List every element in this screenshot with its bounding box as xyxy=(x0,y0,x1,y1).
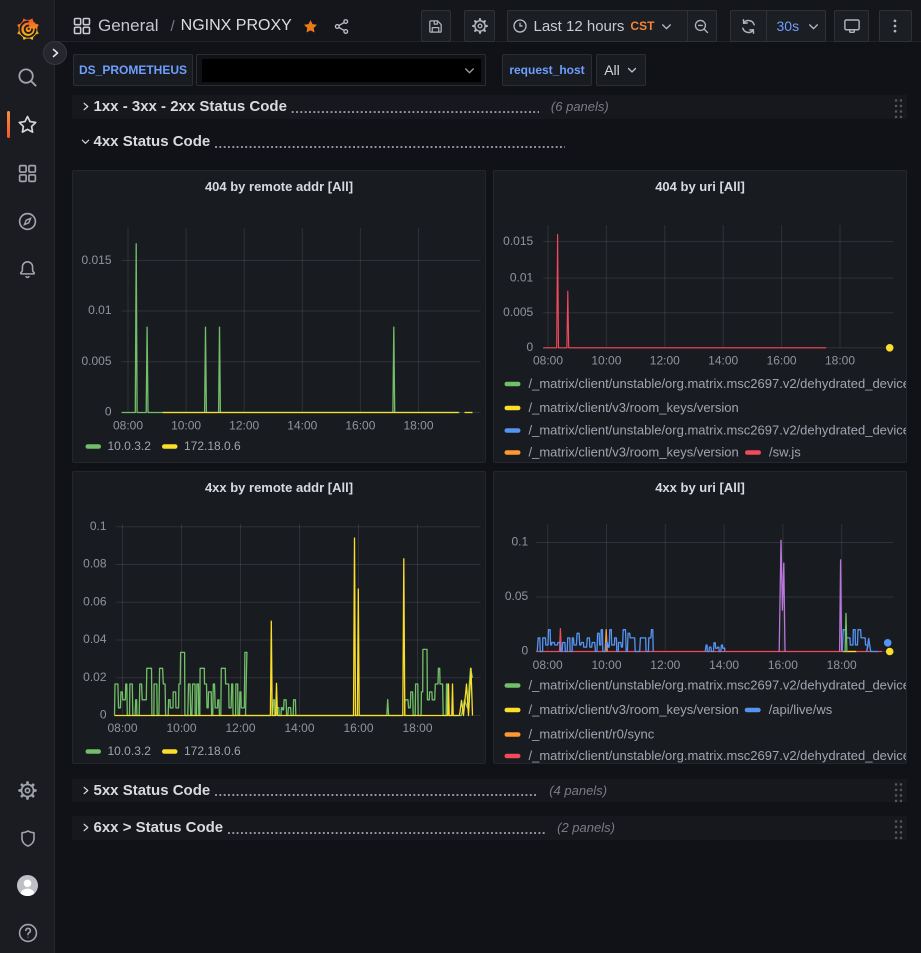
svg-text:0.015: 0.015 xyxy=(81,253,111,267)
svg-text:18:00: 18:00 xyxy=(825,354,855,368)
svg-text:404 by uri [All]: 404 by uri [All] xyxy=(655,179,745,194)
svg-text:0.05: 0.05 xyxy=(505,589,529,603)
svg-text:0.04: 0.04 xyxy=(83,632,107,646)
svg-text:0.1: 0.1 xyxy=(511,535,528,549)
svg-text:08:00: 08:00 xyxy=(112,419,142,433)
svg-text:/_matrix/client/r0/sync: /_matrix/client/r0/sync xyxy=(528,726,654,741)
svg-text:/_matrix/client/unstable/org.m: /_matrix/client/unstable/org.matrix.msc2… xyxy=(528,748,906,763)
svg-text:/_matrix/client/v3/room_keys/v: /_matrix/client/v3/room_keys/version xyxy=(528,400,738,415)
svg-text:16:00: 16:00 xyxy=(345,419,375,433)
svg-text:0.02: 0.02 xyxy=(83,670,107,684)
svg-text:0.06: 0.06 xyxy=(83,594,107,608)
svg-text:/_matrix/client/v3/room_keys/v: /_matrix/client/v3/room_keys/version xyxy=(528,444,738,459)
svg-text:/api/live/ws: /api/live/ws xyxy=(768,702,832,717)
svg-text:/_matrix/client/v3/room_keys/v: /_matrix/client/v3/room_keys/version xyxy=(528,702,738,717)
svg-text:/sw.js: /sw.js xyxy=(769,444,801,459)
svg-text:10:00: 10:00 xyxy=(591,354,621,368)
svg-text:0: 0 xyxy=(526,340,533,354)
svg-text:16:00: 16:00 xyxy=(343,721,373,735)
svg-text:10.0.3.2: 10.0.3.2 xyxy=(107,744,151,758)
svg-text:0: 0 xyxy=(99,708,106,722)
svg-text:0.015: 0.015 xyxy=(503,234,533,248)
svg-text:0.01: 0.01 xyxy=(510,271,534,285)
svg-text:172.18.0.6: 172.18.0.6 xyxy=(184,439,241,453)
svg-text:10:00: 10:00 xyxy=(171,419,201,433)
svg-text:14:00: 14:00 xyxy=(287,419,317,433)
svg-text:18:00: 18:00 xyxy=(403,419,433,433)
svg-text:12:00: 12:00 xyxy=(225,721,255,735)
svg-text:18:00: 18:00 xyxy=(826,658,856,672)
svg-text:14:00: 14:00 xyxy=(284,721,314,735)
svg-text:18:00: 18:00 xyxy=(402,721,432,735)
svg-text:10.0.3.2: 10.0.3.2 xyxy=(107,439,151,453)
svg-text:/_matrix/client/unstable/org.m: /_matrix/client/unstable/org.matrix.msc2… xyxy=(528,677,906,692)
svg-text:14:00: 14:00 xyxy=(709,658,739,672)
svg-text:0.01: 0.01 xyxy=(88,303,112,317)
svg-text:4xx by uri [All]: 4xx by uri [All] xyxy=(655,480,745,495)
svg-text:4xx by remote addr [All]: 4xx by remote addr [All] xyxy=(204,480,352,495)
svg-text:12:00: 12:00 xyxy=(650,658,680,672)
svg-text:10:00: 10:00 xyxy=(166,721,196,735)
svg-text:08:00: 08:00 xyxy=(532,658,562,672)
svg-text:16:00: 16:00 xyxy=(766,354,796,368)
svg-text:0.005: 0.005 xyxy=(81,354,111,368)
svg-text:0.08: 0.08 xyxy=(83,557,107,571)
svg-text:16:00: 16:00 xyxy=(768,658,798,672)
svg-text:12:00: 12:00 xyxy=(229,419,259,433)
svg-text:172.18.0.6: 172.18.0.6 xyxy=(184,744,241,758)
svg-text:0.005: 0.005 xyxy=(503,305,533,319)
svg-text:14:00: 14:00 xyxy=(708,354,738,368)
svg-text:08:00: 08:00 xyxy=(533,354,563,368)
svg-text:12:00: 12:00 xyxy=(650,354,680,368)
svg-text:0: 0 xyxy=(521,644,528,658)
svg-text:0: 0 xyxy=(104,405,111,419)
svg-text:/_matrix/client/unstable/org.m: /_matrix/client/unstable/org.matrix.msc2… xyxy=(528,376,906,391)
svg-text:/_matrix/client/unstable/org.m: /_matrix/client/unstable/org.matrix.msc2… xyxy=(528,422,906,437)
svg-text:08:00: 08:00 xyxy=(107,721,137,735)
svg-text:404 by remote addr [All]: 404 by remote addr [All] xyxy=(204,179,352,194)
svg-text:0.1: 0.1 xyxy=(89,519,106,533)
svg-text:10:00: 10:00 xyxy=(591,658,621,672)
